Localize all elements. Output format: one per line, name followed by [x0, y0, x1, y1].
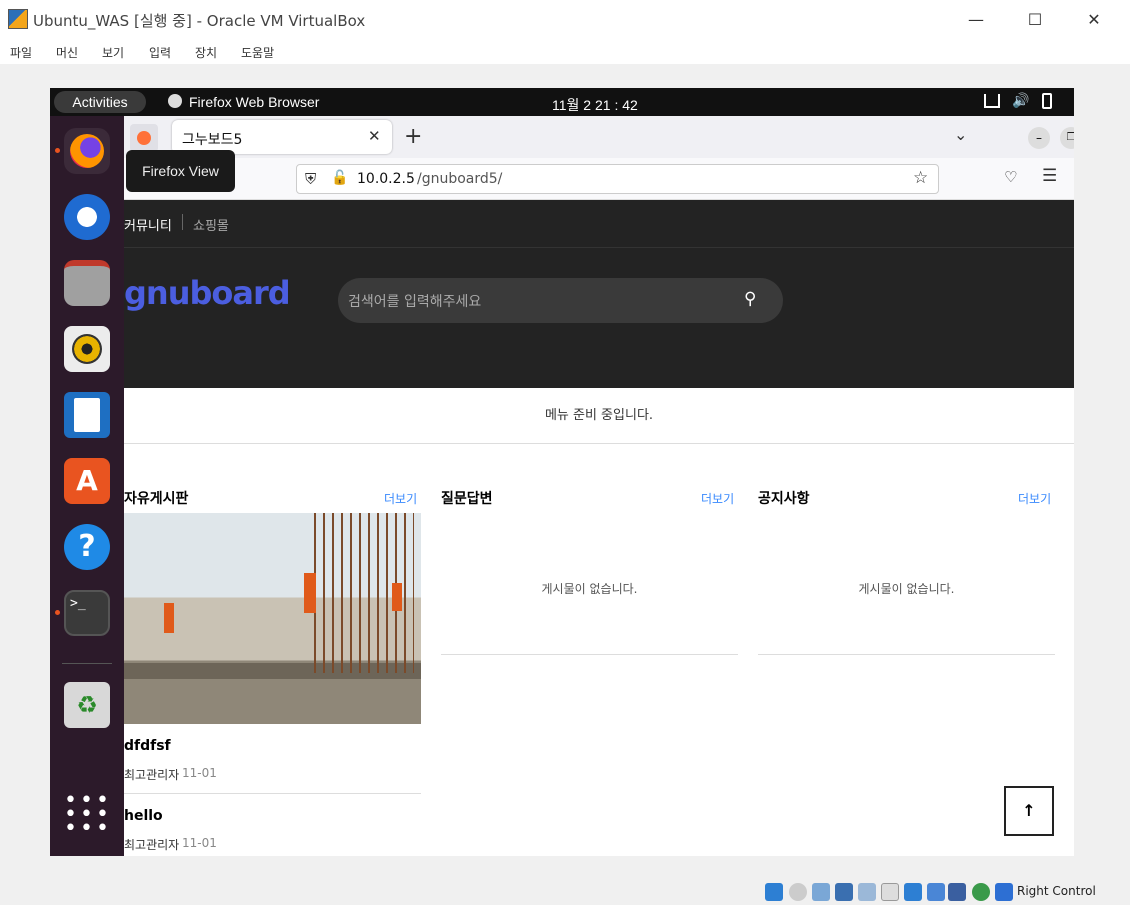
firefox-small-icon: [168, 94, 182, 108]
post-date: 11-01: [182, 836, 217, 850]
vt-x-icon[interactable]: [948, 883, 966, 901]
menu-help[interactable]: 도움말: [241, 44, 274, 61]
files-icon[interactable]: [64, 260, 110, 306]
window-title: Ubuntu_WAS [실행 중] - Oracle VM VirtualBox: [33, 12, 366, 30]
board-qa-empty: 게시물이 없습니다.: [541, 582, 638, 596]
board-free-title[interactable]: 자유게시판: [124, 488, 188, 508]
menu-file[interactable]: 파일: [10, 44, 32, 61]
link-divider: [182, 214, 183, 230]
running-indicator: [55, 148, 60, 153]
page-content: 커뮤니티 쇼핑몰 gnuboard 검색어를 입력해주세요 ⚲ 메뉴 준비 중입…: [124, 200, 1074, 856]
firefox-view-button[interactable]: [130, 124, 158, 152]
community-link[interactable]: 커뮤니티: [124, 215, 172, 234]
terminal-icon[interactable]: >_: [64, 590, 110, 636]
window-minimize-button[interactable]: –: [1028, 127, 1050, 149]
maximize-button[interactable]: ☐: [1015, 6, 1055, 34]
thunderbird-icon[interactable]: [64, 194, 110, 240]
trash-icon[interactable]: ♻: [64, 682, 110, 728]
menu-machine[interactable]: 머신: [56, 44, 78, 61]
optical-drive-icon[interactable]: [789, 883, 807, 901]
post-title[interactable]: hello: [124, 808, 163, 824]
activities-button[interactable]: Activities: [54, 91, 146, 113]
network-icon[interactable]: [984, 94, 1000, 108]
navigation-toolbar: ← ↻ ⛨ 🔓 10.0.2.5 /gnuboard5/ ☆ ♡ ☰: [124, 158, 1074, 200]
shared-folders-icon[interactable]: [881, 883, 899, 901]
board-notice-more[interactable]: 더보기: [1018, 490, 1051, 507]
help-icon[interactable]: ?: [64, 524, 110, 570]
board-qa-title[interactable]: 질문답변: [441, 488, 493, 508]
usb-icon[interactable]: [858, 883, 876, 901]
menu-view[interactable]: 보기: [102, 44, 124, 61]
search-input[interactable]: 검색어를 입력해주세요: [348, 291, 481, 311]
firefox-view-tooltip: Firefox View: [126, 150, 235, 192]
guest-screen[interactable]: Activities Firefox Web Browser 11월 2 21 …: [50, 88, 1074, 856]
tab-title: 그누보드5: [182, 132, 243, 148]
board-free-more[interactable]: 더보기: [384, 490, 417, 507]
site-top-links: 커뮤니티 쇼핑몰: [124, 200, 1074, 248]
shield-icon[interactable]: ⛨: [305, 170, 316, 188]
battery-icon[interactable]: [1042, 93, 1052, 109]
guest-additions-icon[interactable]: [972, 883, 990, 901]
board-qa-more[interactable]: 더보기: [701, 490, 734, 507]
tab-close-icon[interactable]: ✕: [368, 127, 381, 145]
clock[interactable]: 11월 2 21 : 42: [552, 95, 638, 115]
hamburger-menu-icon[interactable]: ☰: [1042, 166, 1057, 186]
tab-gnuboard[interactable]: 그누보드5 ✕: [172, 120, 392, 154]
new-tab-button[interactable]: +: [404, 124, 422, 149]
menu-input[interactable]: 입력: [149, 44, 171, 61]
post-author: 최고관리자: [124, 768, 180, 782]
search-icon[interactable]: ⚲: [744, 289, 756, 309]
network-adapter-icon[interactable]: [835, 883, 853, 901]
post-divider: [124, 793, 421, 794]
tab-strip: 그누보드5 ✕ + ⌄ – ❐ ✕: [124, 116, 1074, 158]
app-menu-label[interactable]: Firefox Web Browser: [189, 94, 319, 110]
url-path: /gnuboard5/: [417, 171, 503, 187]
audio-icon[interactable]: [812, 883, 830, 901]
post-title[interactable]: dfdfsf: [124, 738, 171, 754]
board-notice-title[interactable]: 공지사항: [758, 488, 810, 508]
bookmark-star-icon[interactable]: ☆: [913, 168, 928, 188]
site-header: gnuboard 검색어를 입력해주세요 ⚲: [124, 248, 1074, 388]
site-logo[interactable]: gnuboard: [124, 274, 291, 312]
running-indicator: [55, 610, 60, 615]
board-qa-divider: [441, 654, 738, 655]
firefox-window: 그누보드5 ✕ + ⌄ – ❐ ✕ ← ↻ ⛨ 🔓 10.0.2.5 /gnub…: [124, 116, 1074, 856]
list-tabs-chevron-icon[interactable]: ⌄: [954, 125, 967, 144]
scroll-top-button[interactable]: ↑: [1004, 786, 1054, 836]
site-search-box[interactable]: 검색어를 입력해주세요 ⚲: [338, 278, 783, 323]
minimize-button[interactable]: —: [956, 6, 996, 34]
window-restore-button[interactable]: ❐: [1060, 127, 1074, 149]
rhythmbox-icon[interactable]: [64, 326, 110, 372]
post-thumbnail-image[interactable]: [124, 513, 421, 724]
post-date: 11-01: [182, 766, 217, 780]
virtualbox-titlebar: Ubuntu_WAS [실행 중] - Oracle VM VirtualBox…: [0, 0, 1130, 40]
url-host: 10.0.2.5: [357, 171, 415, 187]
board-notice-empty: 게시물이 없습니다.: [858, 582, 955, 596]
recording-icon[interactable]: [927, 883, 945, 901]
url-bar[interactable]: ⛨ 🔓 10.0.2.5 /gnuboard5/ ☆: [296, 164, 939, 194]
writer-icon[interactable]: [64, 392, 110, 438]
volume-icon[interactable]: 🔊: [1012, 92, 1029, 109]
show-apps-icon[interactable]: ••• ••• •••: [64, 790, 110, 840]
insecure-lock-icon[interactable]: 🔓: [331, 170, 348, 186]
pocket-icon[interactable]: ♡: [1004, 168, 1017, 186]
close-button[interactable]: ✕: [1074, 6, 1114, 34]
menu-devices[interactable]: 장치: [195, 44, 217, 61]
firefox-icon[interactable]: [64, 128, 110, 174]
hard-disk-icon[interactable]: [765, 883, 783, 901]
board-notice-divider: [758, 654, 1055, 655]
virtualbox-app-icon: [8, 9, 28, 29]
host-key-arrow-icon[interactable]: [995, 883, 1013, 901]
virtualbox-statusbar: Right Control: [0, 880, 1130, 905]
ubuntu-dock: A ? >_ ♻ ••• ••• •••: [50, 116, 124, 856]
software-icon[interactable]: A: [64, 458, 110, 504]
display-icon[interactable]: [904, 883, 922, 901]
dock-separator: [62, 663, 112, 664]
post-author: 최고관리자: [124, 838, 180, 852]
menu-placeholder: 메뉴 준비 중입니다.: [124, 388, 1074, 444]
shopping-link[interactable]: 쇼핑몰: [193, 215, 229, 234]
gnome-top-bar: Activities Firefox Web Browser 11월 2 21 …: [50, 88, 1074, 116]
virtualbox-menubar: 파일 머신 보기 입력 장치 도움말: [0, 40, 1130, 64]
host-key-label: Right Control: [1017, 884, 1096, 898]
